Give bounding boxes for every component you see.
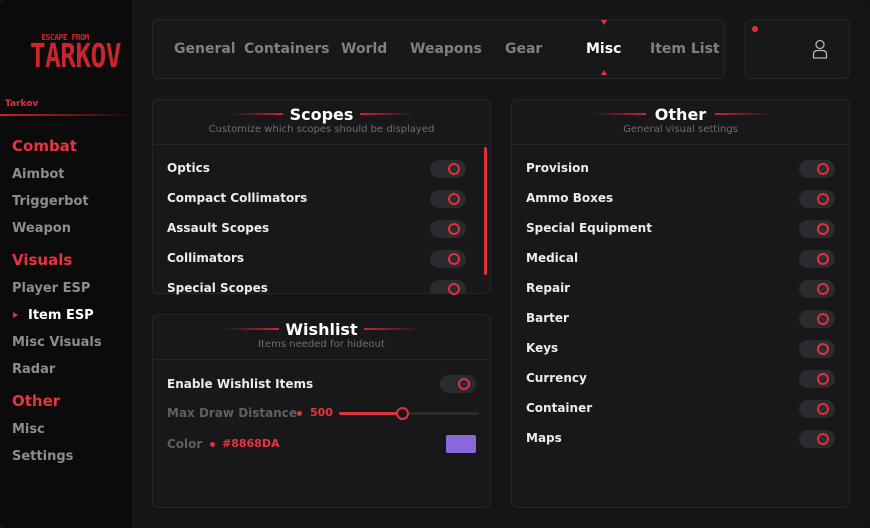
nav-item-weapon[interactable]: Weapon [12, 221, 71, 236]
other-toggle-medical[interactable] [799, 250, 835, 268]
other-label-maps: Maps [526, 431, 562, 445]
nav-item-misc-visuals[interactable]: Misc Visuals [12, 335, 102, 350]
wishlist-enable-label: Enable Wishlist Items [167, 377, 314, 391]
color-label: Color [167, 437, 203, 451]
active-tab-top-marker-icon [601, 20, 607, 25]
scopes-scrollbar[interactable] [484, 147, 487, 275]
other-toggle-container[interactable] [799, 400, 835, 418]
other-label-container: Container [526, 401, 593, 415]
nav-heading-other: Other [12, 392, 61, 410]
other-label-repair: Repair [526, 281, 571, 295]
tab-general[interactable]: General [174, 41, 236, 57]
max-draw-distance-value: 500 [310, 406, 333, 419]
panel-divider [153, 359, 490, 360]
other-toggle-ammo-boxes[interactable] [799, 190, 835, 208]
other-title: Other [654, 105, 707, 124]
other-label-barter: Barter [526, 311, 569, 325]
other-toggle-keys[interactable] [799, 340, 835, 358]
wishlist-subtitle: Items needed for hideout [258, 339, 385, 350]
nav-item-aimbot[interactable]: Aimbot [12, 167, 65, 182]
scope-toggle-assault-scopes[interactable] [430, 220, 466, 238]
nav-item-triggerbot[interactable]: Triggerbot [12, 194, 89, 209]
scope-toggle-collimators[interactable] [430, 250, 466, 268]
sidebar: ESCAPE FROM TARKOV Tarkov Combat Aimbot … [0, 0, 132, 528]
scopes-subtitle: Customize which scopes should be display… [208, 124, 435, 135]
panel-divider [153, 144, 490, 145]
tab-weapons[interactable]: Weapons [410, 41, 482, 57]
other-label-ammo-boxes: Ammo Boxes [526, 191, 614, 205]
game-logo: ESCAPE FROM TARKOV [30, 30, 121, 82]
other-toggle-currency[interactable] [799, 370, 835, 388]
logo-title: TARKOV [30, 38, 121, 76]
other-label-special-equipment: Special Equipment [526, 221, 652, 235]
slider-fill [339, 412, 402, 415]
scope-toggle-special-scopes[interactable] [430, 280, 466, 295]
status-dot [752, 26, 758, 32]
tab-bar: General Containers World Weapons Gear Mi… [152, 19, 725, 79]
other-toggle-provision[interactable] [799, 160, 835, 178]
setting-marker-dot [210, 442, 215, 447]
max-draw-distance-label: Max Draw Distance [167, 406, 298, 420]
nav-item-item-esp[interactable]: Item ESP [28, 308, 94, 323]
scope-label-collimators: Collimators [167, 251, 245, 265]
tab-world[interactable]: World [341, 41, 387, 57]
scope-label-optics: Optics [167, 161, 210, 175]
nav-item-settings[interactable]: Settings [12, 449, 73, 464]
other-label-currency: Currency [526, 371, 587, 385]
active-arrow-icon [13, 312, 18, 318]
game-divider [0, 114, 132, 116]
user-panel[interactable] [745, 19, 850, 79]
other-toggle-repair[interactable] [799, 280, 835, 298]
wishlist-enable-toggle[interactable] [440, 375, 476, 393]
tab-containers[interactable]: Containers [244, 41, 330, 57]
user-icon[interactable] [812, 39, 828, 59]
other-label-medical: Medical [526, 251, 579, 265]
color-value: #8868DA [222, 437, 280, 450]
game-label: Tarkov [5, 99, 39, 109]
wishlist-title: Wishlist [285, 320, 358, 339]
scope-label-compact-collimators: Compact Collimators [167, 191, 308, 205]
scope-toggle-optics[interactable] [430, 160, 466, 178]
scope-toggle-compact-collimators[interactable] [430, 190, 466, 208]
other-label-keys: Keys [526, 341, 559, 355]
setting-marker-dot [297, 411, 302, 416]
active-tab-bottom-marker-icon [601, 70, 607, 75]
tab-gear[interactable]: Gear [505, 41, 542, 57]
scope-label-assault-scopes: Assault Scopes [167, 221, 270, 235]
other-panel: Other General visual settings Provision … [511, 99, 850, 508]
app-window: ESCAPE FROM TARKOV Tarkov Combat Aimbot … [0, 0, 870, 528]
other-toggle-barter[interactable] [799, 310, 835, 328]
nav-heading-visuals: Visuals [12, 251, 73, 269]
wishlist-panel: Wishlist Items needed for hideout Enable… [152, 314, 491, 508]
nav-item-misc[interactable]: Misc [12, 422, 45, 437]
scopes-panel: Scopes Customize which scopes should be … [152, 99, 491, 295]
panel-divider [512, 144, 849, 145]
other-subtitle: General visual settings [623, 124, 738, 135]
nav-item-player-esp[interactable]: Player ESP [12, 281, 90, 296]
color-swatch[interactable] [446, 435, 476, 453]
scope-label-special-scopes: Special Scopes [167, 281, 268, 295]
scopes-title: Scopes [289, 105, 354, 124]
tab-misc[interactable]: Misc [586, 41, 621, 57]
slider-thumb[interactable] [396, 407, 409, 420]
other-toggle-maps[interactable] [799, 430, 835, 448]
nav-heading-combat: Combat [12, 137, 77, 155]
tab-item-list[interactable]: Item List [650, 41, 720, 57]
other-label-provision: Provision [526, 161, 589, 175]
nav-item-radar[interactable]: Radar [12, 362, 55, 377]
other-toggle-special-equipment[interactable] [799, 220, 835, 238]
max-draw-distance-slider[interactable] [339, 407, 479, 420]
